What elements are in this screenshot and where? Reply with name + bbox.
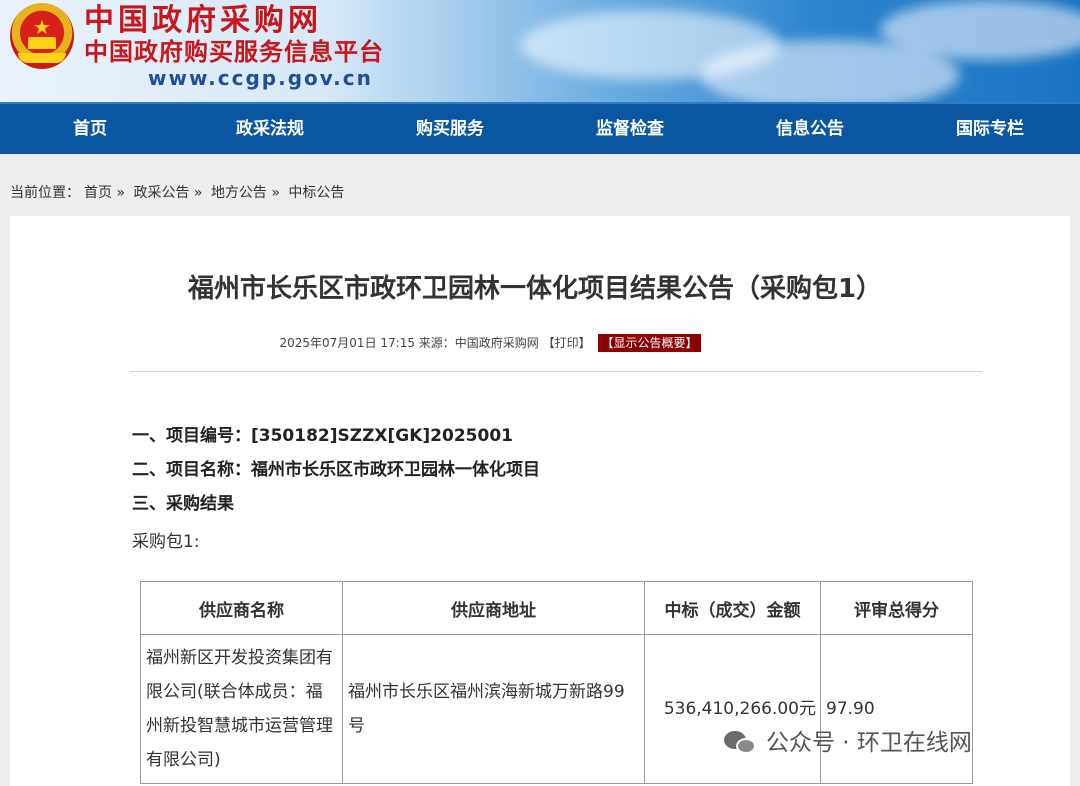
divider — [130, 371, 982, 372]
article-card: 福州市长乐区市政环卫园林一体化项目结果公告（采购包1） 2025年07月01日 … — [10, 216, 1070, 786]
header-supplier-name: 供应商名称 — [140, 581, 343, 635]
print-link[interactable]: 【打印】 — [543, 336, 591, 350]
nav-international[interactable]: 国际专栏 — [900, 104, 1080, 154]
nav-supervision[interactable]: 监督检查 — [540, 104, 720, 154]
table-header-row: 供应商名称 供应商地址 中标（成交）金额 评审总得分 — [140, 581, 973, 635]
nav-purchase-services[interactable]: 购买服务 — [360, 104, 540, 154]
project-number: 一、项目编号：[350182]SZZX[GK]2025001 — [132, 426, 513, 446]
site-banner: ★ 中国政府采购网 中国政府购买服务信息平台 www.ccgp.gov.cn — [0, 0, 1080, 102]
article-title: 福州市长乐区市政环卫园林一体化项目结果公告（采购包1） — [187, 274, 883, 304]
site-subtitle: 中国政府购买服务信息平台 — [84, 38, 384, 66]
article-meta: 2025年07月01日 17:15 来源：中国政府采购网 【打印】 【显示公告概… — [10, 334, 970, 352]
national-emblem-icon[interactable]: ★ — [10, 3, 74, 69]
nav-home[interactable]: 首页 — [0, 104, 180, 154]
project-name: 二、项目名称：福州市长乐区市政环卫园林一体化项目 — [132, 460, 540, 480]
procurement-result-heading: 三、采购结果 — [132, 494, 234, 514]
cell-supplier-address: 福州市长乐区福州滨海新城万新路99号 — [342, 634, 645, 784]
article-datetime: 2025年07月01日 17:15 — [279, 336, 415, 350]
cell-total-score: 97.90 — [820, 634, 973, 784]
table-row: 福州新区开发投资集团有限公司(联合体成员：福州新投智慧城市运营管理有限公司) 福… — [140, 634, 973, 784]
package-label: 采购包1: — [132, 532, 200, 552]
header-total-score: 评审总得分 — [820, 581, 973, 635]
header-award-amount: 中标（成交）金额 — [644, 581, 821, 635]
breadcrumb-procurement[interactable]: 政采公告 » — [133, 185, 202, 201]
wechat-icon — [724, 729, 758, 757]
nav-regulations[interactable]: 政采法规 — [180, 104, 360, 154]
main-nav: 首页 政采法规 购买服务 监督检查 信息公告 国际专栏 — [0, 102, 1080, 154]
breadcrumb-award[interactable]: 中标公告 — [288, 185, 344, 201]
site-title[interactable]: 中国政府采购网 — [84, 5, 322, 37]
nav-announcements[interactable]: 信息公告 — [720, 104, 900, 154]
cell-supplier-name: 福州新区开发投资集团有限公司(联合体成员：福州新投智慧城市运营管理有限公司) — [140, 634, 343, 784]
watermark-text: 公众号 · 环卫在线网 — [766, 730, 972, 756]
article-source: 来源：中国政府采购网 — [418, 336, 539, 350]
breadcrumb: 当前位置： 首页 » 政采公告 » 地方公告 » 中标公告 — [10, 183, 348, 203]
summary-toggle-button[interactable]: 【显示公告概要】 — [598, 334, 701, 352]
breadcrumb-label: 当前位置： — [10, 185, 80, 201]
site-url: www.ccgp.gov.cn — [148, 66, 373, 90]
watermark: 公众号 · 环卫在线网 — [724, 726, 972, 760]
breadcrumb-home[interactable]: 首页 » — [84, 185, 125, 201]
cell-award-amount: 536,410,266.00元 — [644, 634, 821, 784]
header-supplier-address: 供应商地址 — [342, 581, 645, 635]
breadcrumb-local[interactable]: 地方公告 » — [211, 185, 280, 201]
